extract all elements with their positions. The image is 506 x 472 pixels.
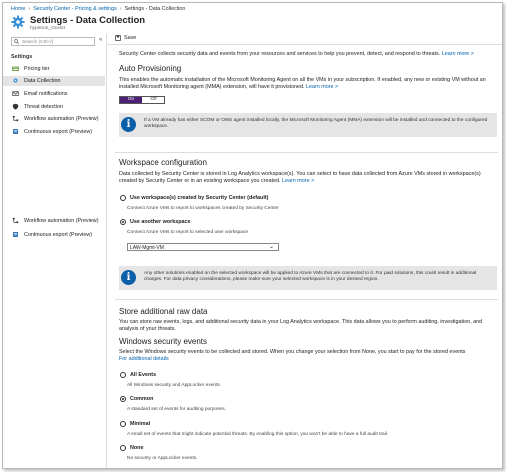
mail-icon: [12, 91, 19, 96]
intro-text: Security Center collects security data a…: [119, 51, 499, 58]
pricing-icon: [12, 66, 19, 72]
auto-provisioning-text: This enables the automatic installation …: [119, 77, 499, 91]
auto-provisioning-heading: Auto Provisioning: [119, 64, 182, 73]
sidebar-item-label: Threat detection: [24, 103, 63, 110]
radio-default-workspace[interactable]: [120, 195, 126, 201]
radio-all-events[interactable]: [120, 372, 126, 378]
sidebar-item-label: Workflow automation (Preview): [24, 115, 99, 122]
collapse-sidebar-icon[interactable]: «: [99, 37, 102, 43]
sidebar-item-workflow-automation[interactable]: Workflow automation (Preview): [3, 114, 105, 124]
raw-data-heading: Store additional raw data: [119, 307, 208, 316]
workspace-info-bar: i Any other solutions enabled on the sel…: [119, 266, 497, 290]
toggle-on[interactable]: On: [120, 97, 142, 103]
export-icon: [13, 129, 18, 134]
section-divider: [115, 299, 498, 300]
radio-minimal[interactable]: [120, 421, 126, 427]
auto-provisioning-toggle[interactable]: On Off: [119, 96, 165, 104]
auto-provisioning-learn-more-link[interactable]: Learn more >: [306, 84, 338, 90]
auto-provisioning-description: This enables the automatic installation …: [119, 77, 486, 90]
breadcrumb-current: Settings - Data Collection: [124, 6, 186, 12]
radio-default-workspace-desc: Connect Azure VMs to report to workspace…: [127, 206, 279, 211]
windows-events-heading: Windows security events: [119, 337, 208, 346]
sidebar-item-threat-detection[interactable]: Threat detection: [3, 102, 105, 112]
sidebar-item-continuous-export[interactable]: Continuous export (Preview): [3, 127, 105, 137]
sidebar: Search (Ctrl+/) « Settings Pricing tier …: [3, 34, 107, 468]
gear-icon: [13, 78, 18, 83]
radio-all-events-label[interactable]: All Events: [130, 372, 156, 378]
radio-minimal-label[interactable]: Minimal: [130, 421, 150, 427]
export-icon: [13, 232, 18, 237]
search-input[interactable]: Search (Ctrl+/): [11, 37, 95, 46]
auto-provisioning-info-bar: i If a VM already has either SCOM or OMS…: [119, 113, 497, 137]
section-divider: [115, 152, 498, 153]
sidebar-item-label: Continuous export (Preview): [24, 128, 93, 135]
sidebar-item-pricing-tier[interactable]: Pricing tier: [3, 64, 105, 74]
radio-another-workspace-desc: Connect Azure VMs to report to selected …: [127, 230, 249, 235]
sidebar-item-label: Pricing tier: [24, 65, 50, 72]
gear-icon: [11, 15, 25, 29]
workspace-heading: Workspace configuration: [119, 158, 207, 167]
sidebar-item-data-collection[interactable]: Data Collection: [3, 76, 105, 86]
radio-common-desc: A standard set of events for auditing pu…: [127, 407, 226, 412]
additional-details-link[interactable]: For additional details: [119, 356, 169, 362]
info-text: Any other solutions enabled on the selec…: [144, 271, 477, 283]
page-title: Settings - Data Collection: [30, 15, 146, 26]
sidebar-item-label: Data Collection: [24, 77, 61, 84]
sidebar-item-workflow-automation[interactable]: Workflow automation (Preview): [3, 216, 105, 226]
workflow-icon: [12, 115, 19, 122]
save-icon: [115, 35, 121, 41]
workspace-select[interactable]: LAW-Mgmt-VM ⌄: [127, 243, 279, 251]
radio-another-workspace-label[interactable]: Use another workspace: [130, 219, 191, 225]
info-text: If a VM already has either SCOM or OMS a…: [144, 118, 488, 130]
sidebar-section-settings: Settings: [11, 54, 33, 60]
info-icon: i: [121, 270, 136, 285]
workspace-text: Data collected by Security Center is sto…: [119, 171, 499, 185]
shield-icon: [12, 103, 19, 110]
save-label: Save: [124, 35, 137, 41]
radio-common[interactable]: [120, 396, 126, 402]
radio-none-desc: No security or AppLocker events.: [127, 456, 198, 461]
toolbar-divider: [107, 44, 502, 45]
intro-description: Security Center collects security data a…: [119, 51, 441, 57]
breadcrumb: Home › Security Center - Pricing & setting…: [11, 6, 186, 12]
sidebar-item-label: Continuous export (Preview): [24, 231, 93, 238]
save-button[interactable]: Save: [115, 34, 145, 42]
settings-window: Home › Security Center - Pricing & setting…: [2, 2, 503, 469]
sidebar-item-label: Email notifications: [24, 90, 68, 97]
windows-events-text: Select the Windows security events to be…: [119, 349, 499, 363]
raw-data-text: You can store raw events, logs, and addi…: [119, 319, 483, 332]
workspace-select-value: LAW-Mgmt-VM: [130, 244, 164, 251]
search-placeholder: Search (Ctrl+/): [22, 39, 54, 45]
intro-learn-more-link[interactable]: Learn more >: [442, 51, 474, 57]
radio-none[interactable]: [120, 445, 126, 451]
windows-events-description: Select the Windows security events to be…: [119, 349, 466, 355]
chevron-down-icon: ⌄: [268, 244, 274, 250]
workspace-learn-more-link[interactable]: Learn more >: [282, 178, 314, 184]
radio-minimal-desc: A small set of events that might indicat…: [127, 432, 389, 437]
breadcrumb-security-center[interactable]: Security Center - Pricing & settings: [33, 6, 117, 12]
workflow-icon: [12, 217, 19, 224]
radio-none-label[interactable]: None: [130, 445, 143, 451]
radio-default-workspace-label[interactable]: Use workspace(s) created by Security Cen…: [130, 195, 268, 201]
toolbar: Save: [115, 34, 145, 42]
breadcrumb-home[interactable]: Home: [11, 6, 25, 12]
search-icon: [14, 39, 19, 46]
radio-common-label[interactable]: Common: [130, 396, 153, 402]
sidebar-item-label: Workflow automation (Preview): [24, 217, 99, 224]
page-subtitle: hyperion_Ocelot: [30, 26, 65, 31]
toggle-off[interactable]: Off: [143, 97, 164, 103]
radio-all-events-desc: All Windows security and AppLocker event…: [127, 383, 222, 388]
radio-another-workspace[interactable]: [120, 219, 126, 225]
info-icon: i: [121, 117, 136, 132]
sidebar-item-continuous-export[interactable]: Continuous export (Preview): [3, 230, 105, 240]
sidebar-item-email-notifications[interactable]: Email notifications: [3, 89, 105, 99]
